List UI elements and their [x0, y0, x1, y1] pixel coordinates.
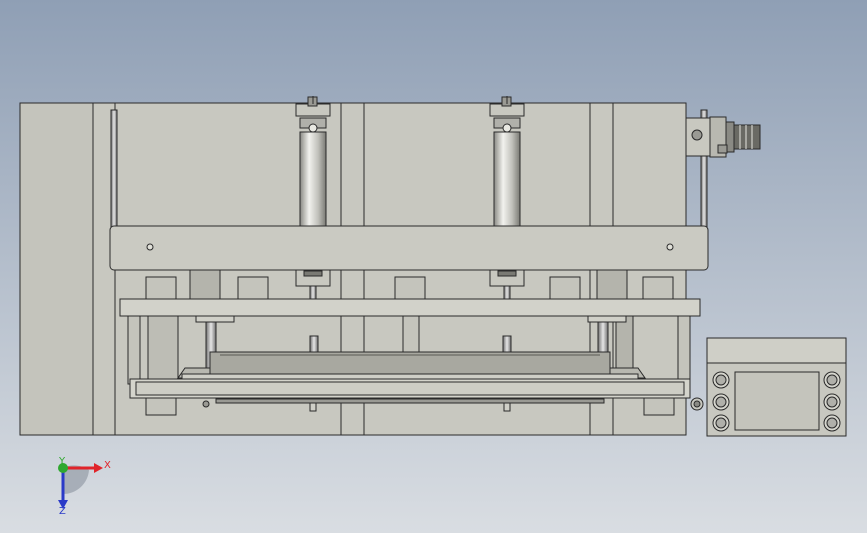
cad-viewport[interactable]: X Y Z	[0, 0, 867, 533]
cylinder-right[interactable]	[489, 96, 525, 227]
control-panel[interactable]	[706, 337, 847, 437]
y-axis-label: Y	[58, 456, 66, 467]
z-axis-label: Z	[59, 506, 66, 517]
machine-drawing: X Y Z	[0, 0, 867, 533]
middle-plate[interactable]	[119, 298, 701, 317]
left-guide-rod	[110, 109, 118, 229]
panel-screen[interactable]	[734, 371, 820, 431]
x-axis-label: X	[104, 460, 111, 471]
left-column	[19, 102, 94, 436]
upper-crossbeam[interactable]	[109, 225, 709, 271]
cylinder-left[interactable]	[295, 96, 331, 227]
